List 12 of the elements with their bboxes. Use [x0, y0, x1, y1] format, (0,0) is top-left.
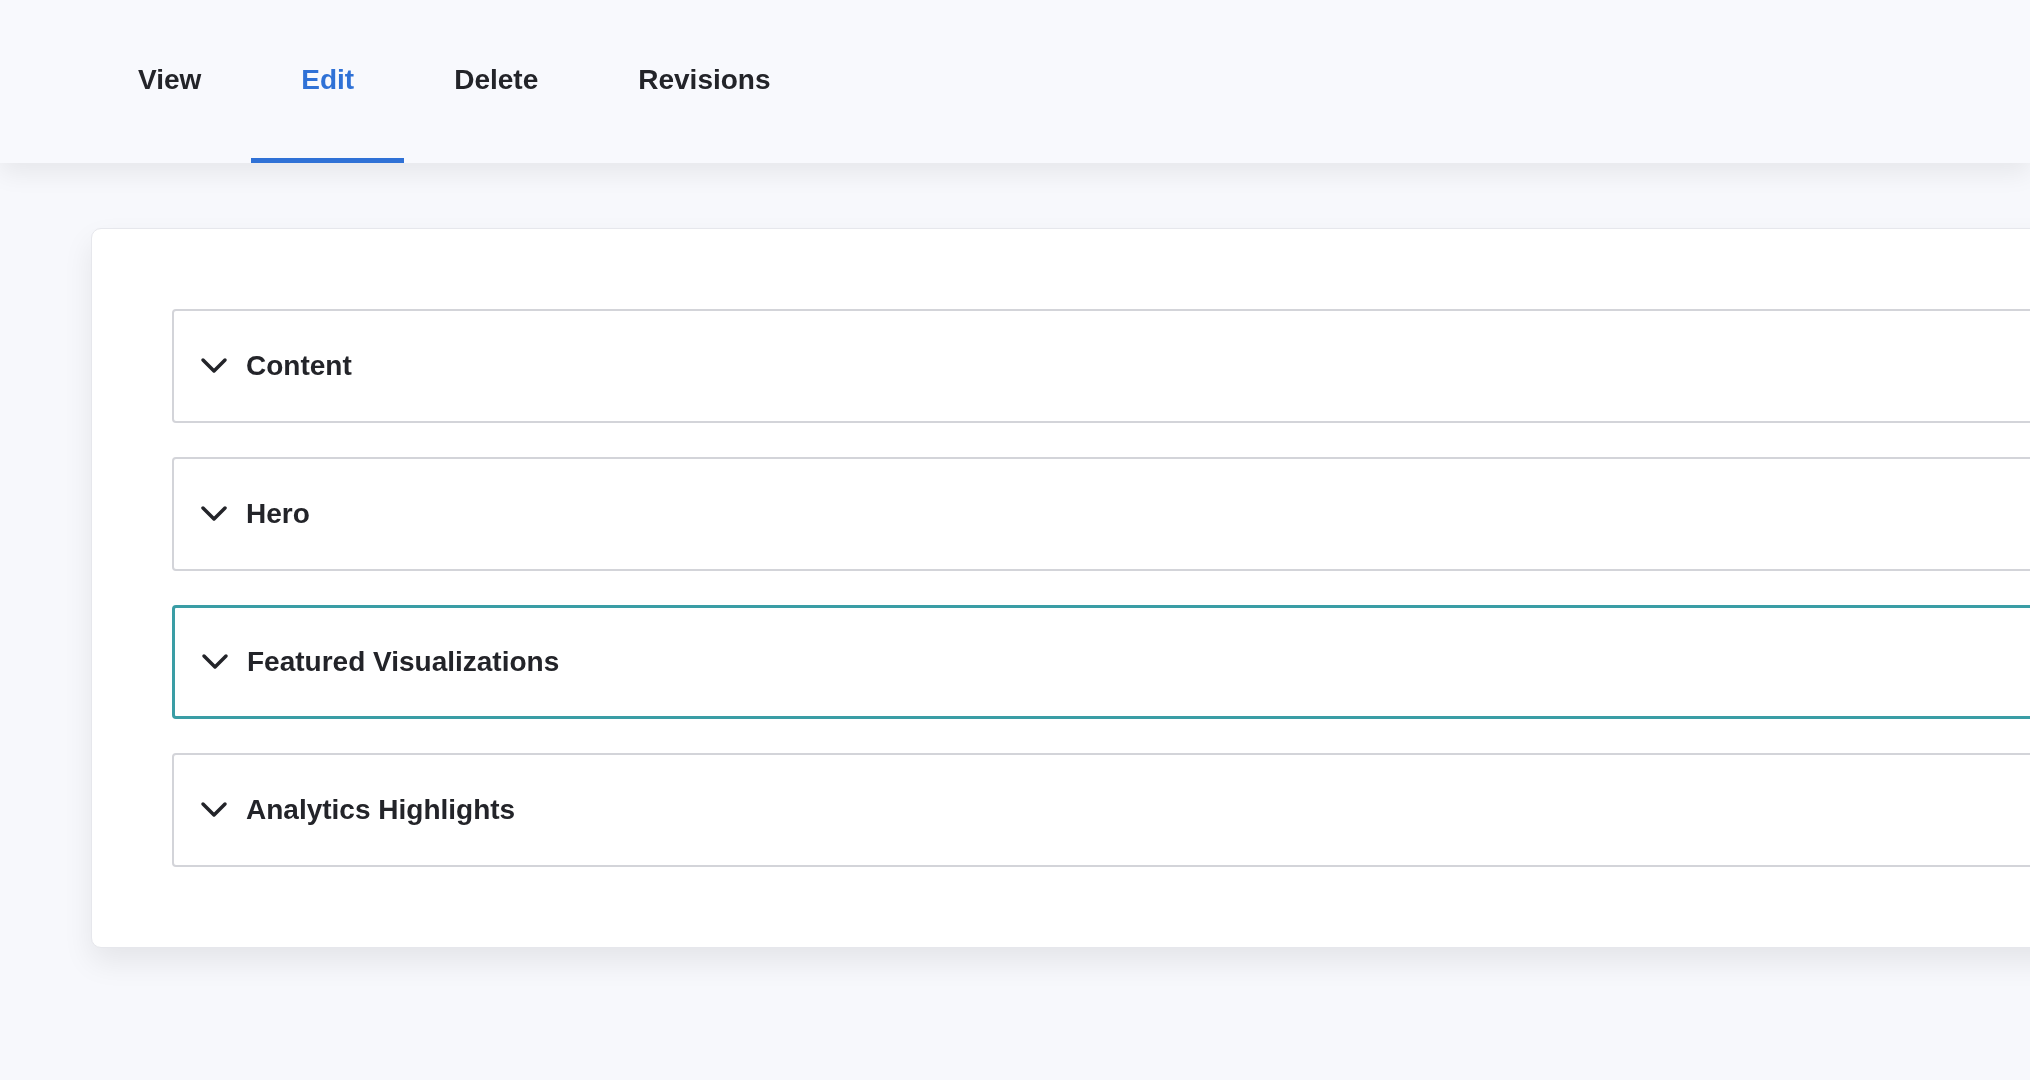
tab[interactable]: Revisions: [588, 0, 821, 163]
chevron-icon: [200, 801, 228, 819]
tab[interactable]: View: [88, 0, 252, 163]
chevron-icon: [200, 357, 228, 375]
chevron-icon: [200, 505, 228, 523]
accordion-section[interactable]: Featured Visualizations: [172, 605, 2030, 719]
accordion-section[interactable]: Content: [172, 309, 2030, 423]
tab[interactable]: Edit: [251, 0, 405, 163]
accordion-section[interactable]: Hero: [172, 457, 2030, 571]
tab[interactable]: Delete: [404, 0, 589, 163]
chevron-icon: [201, 653, 229, 671]
accordion-section[interactable]: Analytics Highlights: [172, 753, 2030, 867]
